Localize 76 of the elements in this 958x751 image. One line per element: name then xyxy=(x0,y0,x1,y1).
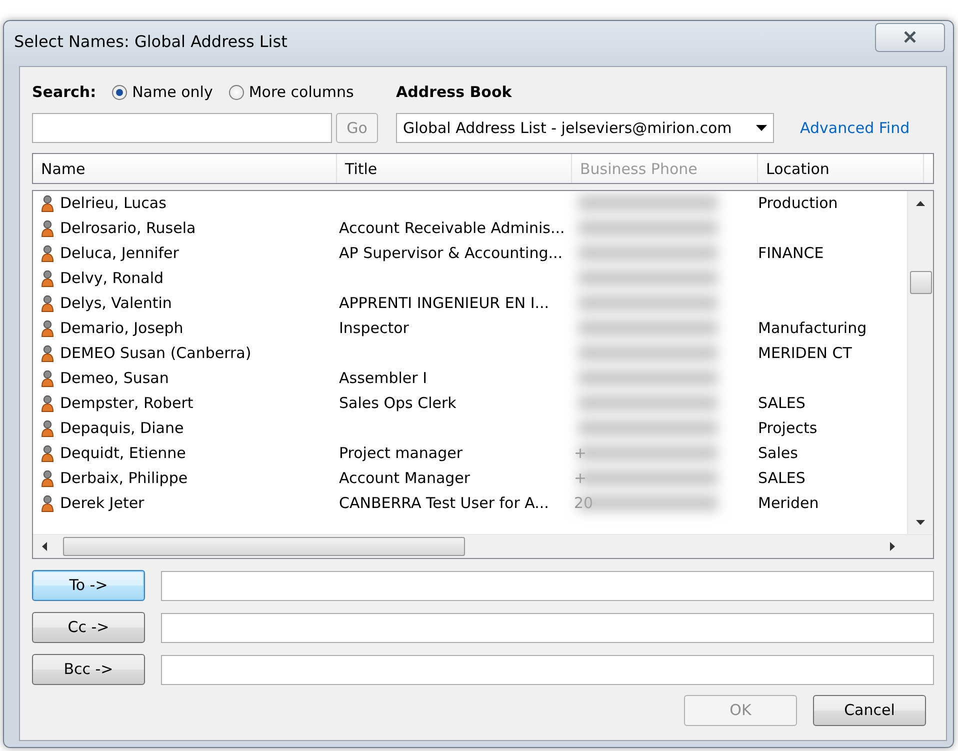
person-icon xyxy=(41,345,54,362)
location-cell: SALES xyxy=(758,394,806,412)
phone-cell-text: + xyxy=(574,468,587,490)
location-cell: Sales xyxy=(758,444,798,462)
phone-cell-text: 20 xyxy=(574,493,594,514)
person-icon xyxy=(41,320,54,337)
name-cell-text: Dequidt, Etienne xyxy=(60,443,186,464)
title-cell: AP Supervisor & Accounting... xyxy=(339,244,563,262)
person-icon xyxy=(41,395,54,412)
person-icon xyxy=(41,220,54,237)
name-cell-text: Delrieu, Lucas xyxy=(60,193,166,214)
scroll-up-icon[interactable] xyxy=(916,201,925,206)
name-cell-text: Demeo, Susan xyxy=(60,368,169,390)
scroll-right-icon[interactable] xyxy=(890,542,895,551)
recipient-field[interactable] xyxy=(161,612,934,642)
name-cell-text: Derek Jeter xyxy=(60,493,144,514)
person-icon xyxy=(41,470,54,487)
person-icon xyxy=(41,195,54,212)
person-icon xyxy=(41,445,54,462)
scroll-down-icon[interactable] xyxy=(916,520,925,525)
name-cell-text: Delvy, Ronald xyxy=(60,268,164,290)
location-cell: FINANCE xyxy=(758,244,824,262)
close-button[interactable] xyxy=(875,22,945,52)
title-cell: CANBERRA Test User for A... xyxy=(339,494,549,512)
title-cell: Account Manager xyxy=(339,469,470,488)
location-cell: Meriden xyxy=(758,494,819,512)
horizontal-scrollbar[interactable] xyxy=(33,534,933,558)
location-cell: Manufacturing xyxy=(758,319,867,338)
scroll-left-icon[interactable] xyxy=(42,542,47,551)
title-cell: Assembler I xyxy=(339,369,428,388)
recipient-field[interactable] xyxy=(161,570,934,600)
scroll-thumb[interactable] xyxy=(910,271,932,294)
dropdown-arrow-icon xyxy=(756,125,767,131)
name-cell-text: Demario, Joseph xyxy=(60,318,184,340)
scroll-thumb[interactable] xyxy=(63,537,465,556)
title-cell: Project manager xyxy=(339,444,463,462)
search-field[interactable] xyxy=(32,113,332,143)
column-header[interactable]: Location xyxy=(758,154,924,183)
title-cell: Inspector xyxy=(339,319,409,338)
name-cell-text: DEMEO Susan (Canberra) xyxy=(60,343,252,364)
name-cell-text: Derbaix, Philippe xyxy=(60,468,188,490)
vertical-scrollbar[interactable] xyxy=(907,191,933,534)
name-cell-text: Delrosario, Rusela xyxy=(60,218,196,240)
window-title: Select Names: Global Address List xyxy=(14,31,288,53)
column-header[interactable]: Name xyxy=(33,154,337,183)
person-icon xyxy=(41,245,54,262)
dialog-button[interactable]: Cancel xyxy=(813,695,926,726)
person-icon xyxy=(41,295,54,312)
name-cell-text: Dempster, Robert xyxy=(60,393,194,414)
location-cell: Projects xyxy=(758,419,818,438)
location-cell: MERIDEN CT xyxy=(758,344,852,362)
recipient-button[interactable]: Cc -> xyxy=(32,612,145,643)
close-icon xyxy=(903,31,917,43)
radio-option[interactable]: Name only xyxy=(112,80,213,104)
title-cell: Sales Ops Clerk xyxy=(339,394,456,412)
address-book-dropdown[interactable]: Global Address List - jelseviers@mirion.com xyxy=(396,113,774,143)
title-cell: Account Receivable Adminis... xyxy=(339,219,565,238)
location-cell: SALES xyxy=(758,469,806,488)
name-cell-text: Deluca, Jennifer xyxy=(60,243,179,264)
column-header[interactable]: Title xyxy=(337,154,572,183)
recipient-field[interactable] xyxy=(161,654,934,684)
recipient-button[interactable]: Bcc -> xyxy=(32,654,145,685)
advanced-find-link[interactable]: Advanced Find xyxy=(800,116,910,140)
person-icon xyxy=(41,495,54,512)
search-label: Search: xyxy=(32,82,96,103)
title-cell: APPRENTI INGENIEUR EN I... xyxy=(339,294,550,312)
person-icon xyxy=(41,420,54,437)
phone-cell-text: + xyxy=(574,443,587,464)
person-icon xyxy=(41,270,54,287)
radio-option[interactable]: More columns xyxy=(228,80,354,104)
name-cell-text: Depaquis, Diane xyxy=(60,418,184,440)
recipient-button[interactable]: To -> xyxy=(32,570,145,601)
person-icon xyxy=(41,370,54,387)
address-book-label: Address Book xyxy=(396,82,512,103)
name-cell-text: Delys, Valentin xyxy=(60,293,172,314)
location-cell: Production xyxy=(758,194,838,212)
